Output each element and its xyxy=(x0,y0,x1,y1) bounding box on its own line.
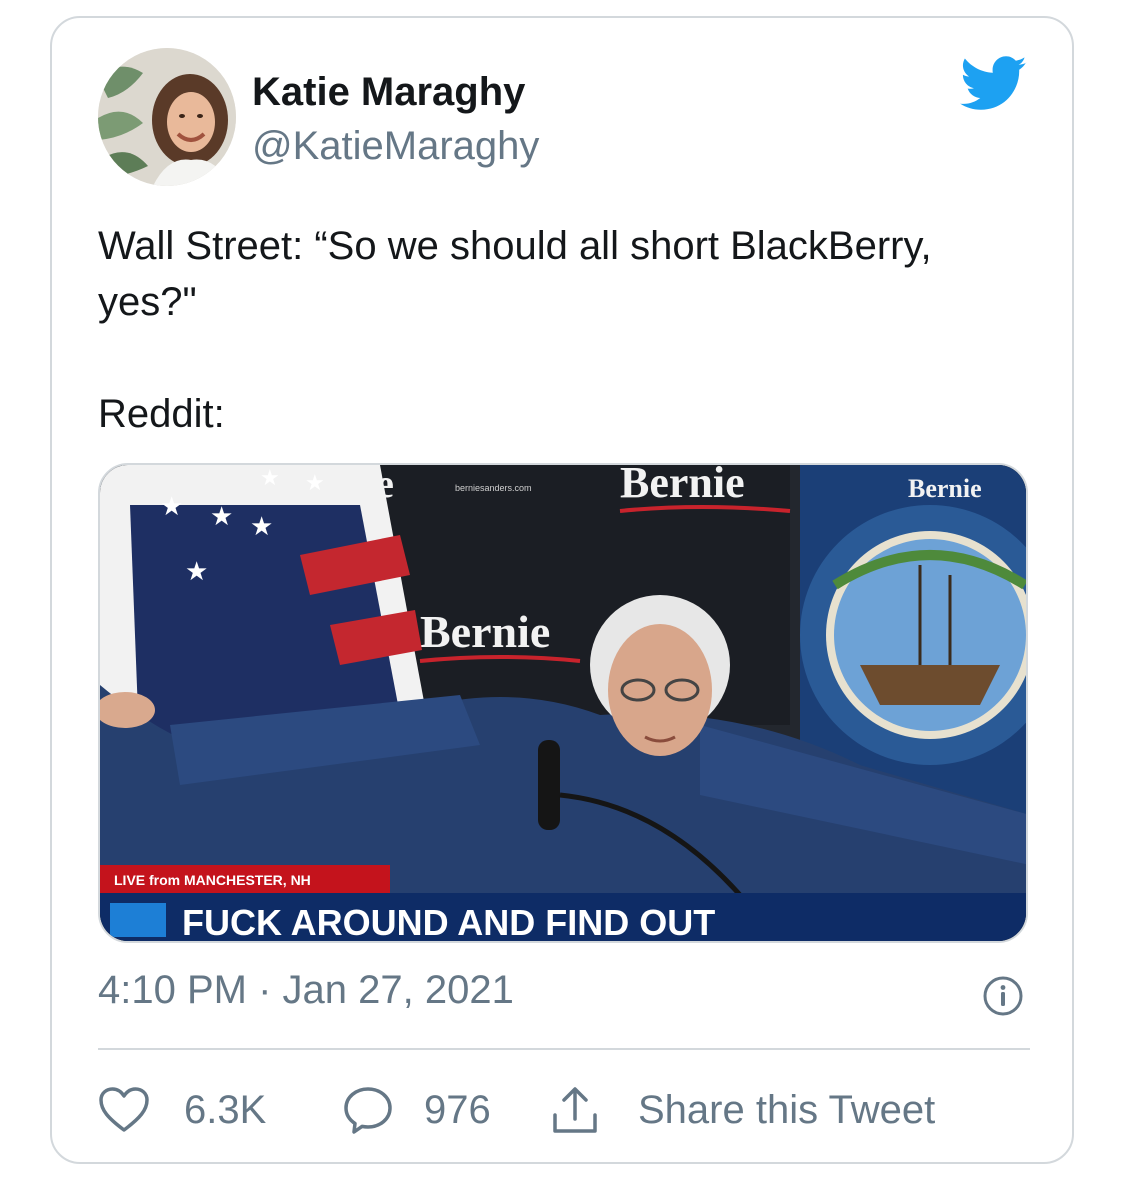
svg-text:★: ★ xyxy=(210,501,233,531)
svg-text:berniesanders.com: berniesanders.com xyxy=(455,483,532,493)
twitter-bird-icon[interactable] xyxy=(960,56,1028,112)
share-button[interactable]: Share this Tweet xyxy=(550,1080,935,1140)
svg-text:★: ★ xyxy=(305,470,325,495)
tweet-media-image[interactable]: ie berniesanders.com Bernie Bernie ★ ★ ★… xyxy=(98,463,1028,943)
tweet-card: Katie Maraghy @KatieMaraghy Wall Street:… xyxy=(50,16,1074,1164)
svg-text:★: ★ xyxy=(160,491,183,521)
divider xyxy=(98,1048,1030,1050)
author-handle[interactable]: @KatieMaraghy xyxy=(252,124,539,169)
avatar[interactable] xyxy=(98,48,236,186)
share-upload-icon xyxy=(553,1087,597,1133)
action-bar: 6.3K 976 Share this Tweet xyxy=(98,1080,1030,1140)
tweet-text-line: Reddit: xyxy=(98,392,225,436)
tweet-text-line: Wall Street: “So we should all short Bla… xyxy=(98,224,932,324)
svg-text:★: ★ xyxy=(250,511,273,541)
tweet-text: Wall Street: “So we should all short Bla… xyxy=(98,218,1038,442)
tweet-timestamp[interactable]: 4:10 PM · Jan 27, 2021 xyxy=(98,968,514,1013)
svg-text:Bernie: Bernie xyxy=(620,465,745,507)
svg-text:FUCK AROUND AND FIND OUT: FUCK AROUND AND FIND OUT xyxy=(182,902,715,943)
reply-count: 976 xyxy=(424,1087,491,1132)
svg-text:Bernie: Bernie xyxy=(420,606,550,657)
svg-text:Bernie: Bernie xyxy=(908,474,982,503)
info-icon[interactable] xyxy=(982,975,1024,1017)
svg-text:★: ★ xyxy=(260,465,280,490)
share-label: Share this Tweet xyxy=(638,1087,936,1132)
svg-text:★: ★ xyxy=(185,556,208,586)
author-name[interactable]: Katie Maraghy xyxy=(252,70,525,115)
meme-image: ie berniesanders.com Bernie Bernie ★ ★ ★… xyxy=(100,465,1026,943)
like-count: 6.3K xyxy=(184,1087,267,1132)
heart-icon xyxy=(99,1087,149,1132)
svg-text:LIVE from MANCHESTER, NH: LIVE from MANCHESTER, NH xyxy=(114,872,311,888)
avatar-photo xyxy=(98,48,236,186)
reply-button[interactable]: 976 xyxy=(342,1080,491,1140)
reply-bubble-icon xyxy=(344,1087,392,1134)
like-button[interactable]: 6.3K xyxy=(98,1080,266,1140)
